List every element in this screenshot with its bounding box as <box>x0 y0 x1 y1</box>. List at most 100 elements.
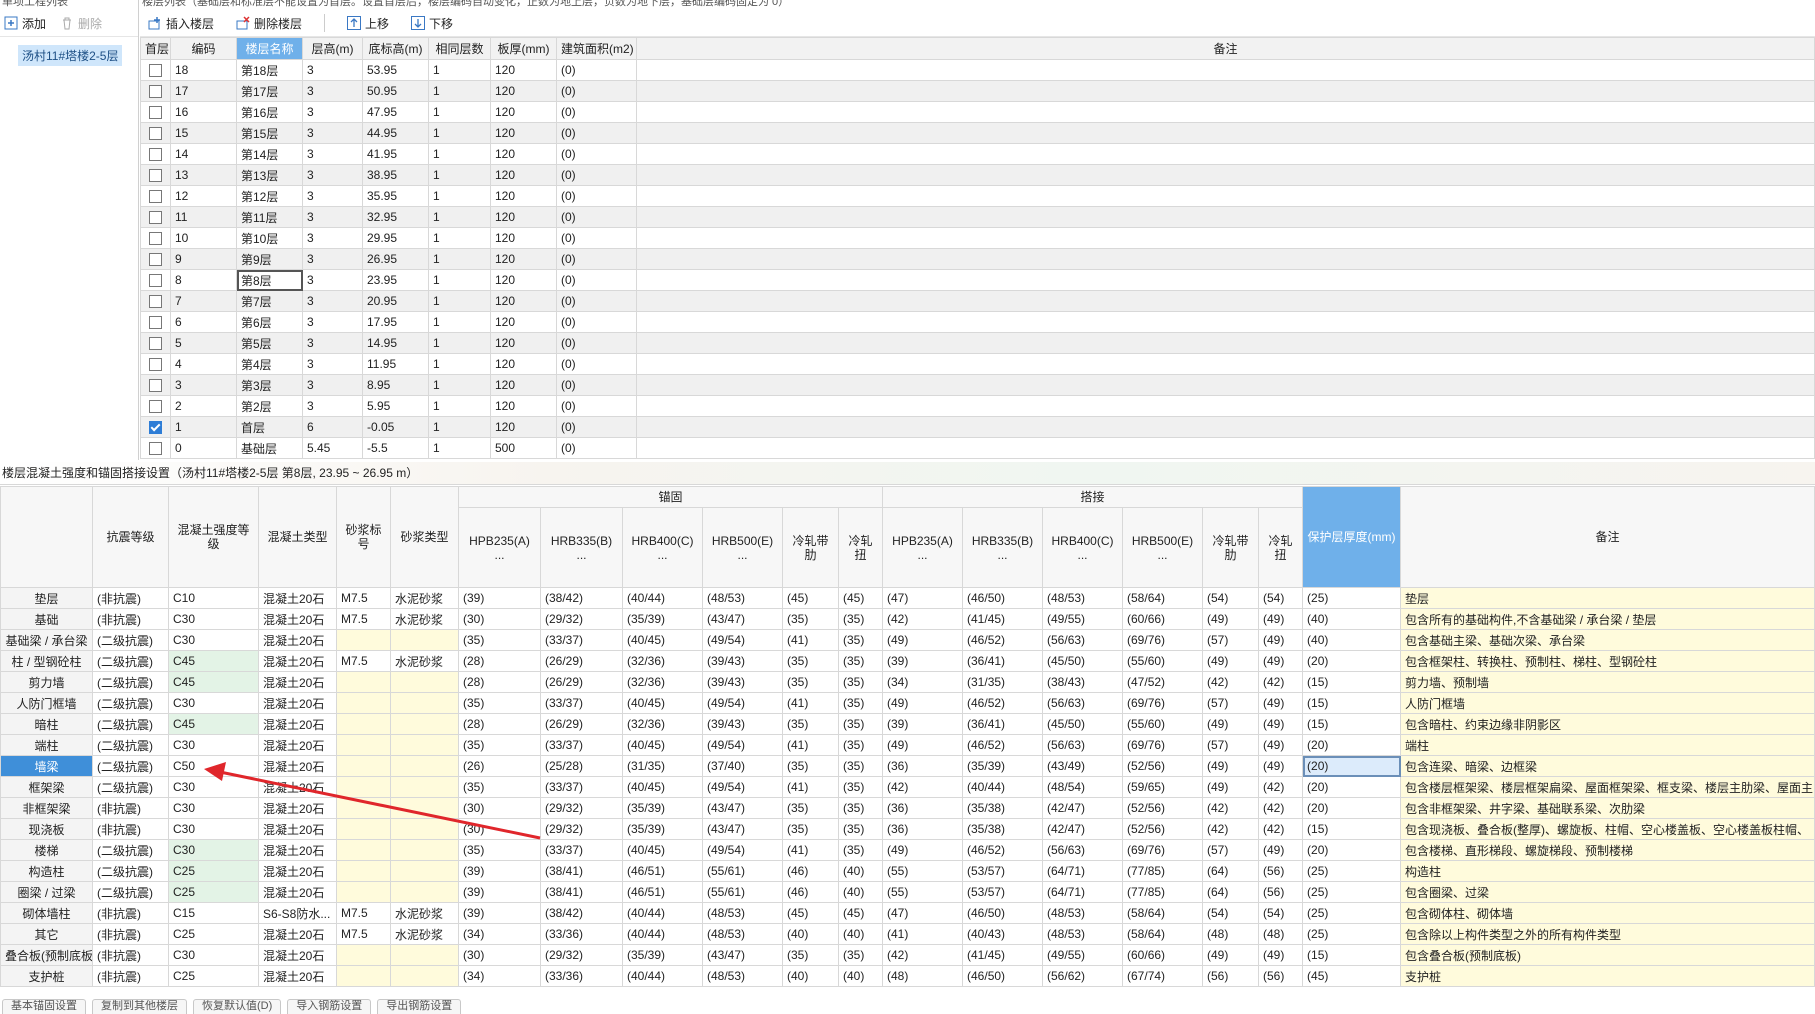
cell-anchor-hrb335[interactable]: (33/37) <box>540 692 623 714</box>
cell-cover[interactable]: (40) <box>1302 629 1402 651</box>
add-button[interactable]: 添加 <box>4 15 46 32</box>
cell-anchor-crt[interactable]: (45) <box>837 587 884 609</box>
cell-anchor-hrb400[interactable]: (40/44) <box>622 923 703 945</box>
cell-anchor-hrb335[interactable]: (29/32) <box>540 608 623 630</box>
col-bottom-elev[interactable]: 底标高(m) <box>362 37 429 60</box>
cell-area[interactable]: (0) <box>556 59 637 81</box>
cell-floor-name[interactable]: 第17层 <box>236 80 303 102</box>
col-lap-crb[interactable]: 冷轧带肋 <box>1202 507 1260 588</box>
col-concrete-grade[interactable]: 混凝土强度等级 <box>168 486 259 588</box>
col-anchor-crb[interactable]: 冷轧带肋 <box>782 507 839 588</box>
cell-anchor-hrb400[interactable]: (40/44) <box>622 902 703 924</box>
first-floor-checkbox[interactable] <box>149 421 162 435</box>
cell-concrete-type[interactable]: 混凝土20石 <box>258 608 337 630</box>
cell-same-count[interactable]: 1 <box>428 101 491 123</box>
cell-code[interactable]: 6 <box>170 311 237 333</box>
cell-lap-hrb335[interactable]: (46/50) <box>962 902 1044 924</box>
cell-mortar-no[interactable] <box>336 713 391 735</box>
cell-anchor-hpb235[interactable]: (30) <box>458 797 541 819</box>
cell-lap-hpb235[interactable]: (47) <box>882 902 964 924</box>
cell-anchor-hpb235[interactable]: (39) <box>458 902 541 924</box>
cell-floor-name[interactable]: 第2层 <box>236 395 303 417</box>
first-floor-checkbox[interactable] <box>149 274 162 288</box>
cell-lap-hrb335[interactable]: (46/50) <box>962 587 1044 609</box>
cell-note[interactable] <box>636 122 1815 144</box>
move-up-button[interactable]: 上移 <box>347 15 389 32</box>
cell-same-count[interactable]: 1 <box>428 290 491 312</box>
cell-note[interactable] <box>636 437 1815 459</box>
cell-lap-hpb235[interactable]: (49) <box>882 629 964 651</box>
cell-lap-hrb400[interactable]: (38/43) <box>1042 671 1124 693</box>
component-type-cell[interactable]: 基础 <box>0 608 93 630</box>
cell-area[interactable]: (0) <box>556 248 637 270</box>
cell-lap-hrb400[interactable]: (45/50) <box>1042 650 1124 672</box>
cell-anchor-crt[interactable]: (35) <box>837 839 884 861</box>
cell-mortar-type[interactable] <box>390 713 459 735</box>
cell-anchor-crb[interactable]: (35) <box>782 650 839 672</box>
cell-anchor-crb[interactable]: (41) <box>782 839 839 861</box>
cell-code[interactable]: 0 <box>170 437 237 459</box>
cell-anchor-crt[interactable]: (35) <box>837 713 884 735</box>
cell-lap-hrb500[interactable]: (55/60) <box>1122 650 1204 672</box>
cell-slab-thickness[interactable]: 120 <box>490 101 557 123</box>
cell-area[interactable]: (0) <box>556 185 637 207</box>
cell-area[interactable]: (0) <box>556 164 637 186</box>
cell-code[interactable]: 8 <box>170 269 237 291</box>
cell-concrete-grade[interactable]: C45 <box>168 671 259 693</box>
cell-anchor-crb[interactable]: (35) <box>782 608 839 630</box>
floor-row[interactable]: 10 第10层 3 29.95 1 120 (0) <box>140 227 1815 249</box>
cell-seismic[interactable]: (二级抗震) <box>92 776 169 798</box>
cell-mortar-type[interactable] <box>390 734 459 756</box>
col-code[interactable]: 编码 <box>170 37 237 60</box>
cell-note[interactable] <box>636 374 1815 396</box>
cell-mortar-type[interactable] <box>390 818 459 840</box>
cell-lap-hrb335[interactable]: (35/39) <box>962 755 1044 777</box>
component-type-cell[interactable]: 剪力墙 <box>0 671 93 693</box>
cell-slab-thickness[interactable]: 120 <box>490 374 557 396</box>
floor-row[interactable]: 9 第9层 3 26.95 1 120 (0) <box>140 248 1815 270</box>
cell-anchor-crb[interactable]: (35) <box>782 713 839 735</box>
cell-anchor-hrb400[interactable]: (35/39) <box>622 797 703 819</box>
cell-slab-thickness[interactable]: 120 <box>490 59 557 81</box>
component-type-cell[interactable]: 非框架梁 <box>0 797 93 819</box>
cell-mortar-type[interactable]: 水泥砂浆 <box>390 608 459 630</box>
cell-area[interactable]: (0) <box>556 311 637 333</box>
first-floor-checkbox[interactable] <box>149 253 162 267</box>
cell-concrete-type[interactable]: 混凝土20石 <box>258 755 337 777</box>
cell-anchor-note[interactable]: 包含框架柱、转换柱、预制柱、梯柱、型钢砼柱 <box>1400 650 1815 672</box>
cell-mortar-type[interactable]: 水泥砂浆 <box>390 650 459 672</box>
cell-note[interactable] <box>636 353 1815 375</box>
cell-concrete-grade[interactable]: C45 <box>168 650 259 672</box>
cell-anchor-crb[interactable]: (35) <box>782 797 839 819</box>
cell-lap-crt[interactable]: (49) <box>1258 839 1304 861</box>
cell-anchor-crt[interactable]: (35) <box>837 776 884 798</box>
col-anchor-hrb335[interactable]: HRB335(B) ... <box>540 507 623 588</box>
cell-concrete-grade[interactable]: C30 <box>168 776 259 798</box>
cell-cover[interactable]: (15) <box>1302 692 1402 714</box>
cell-lap-crb[interactable]: (42) <box>1202 797 1260 819</box>
cell-anchor-crb[interactable]: (40) <box>782 923 839 945</box>
cell-concrete-type[interactable]: 混凝土20石 <box>258 734 337 756</box>
cell-anchor-hpb235[interactable]: (30) <box>458 608 541 630</box>
cell-floor-name[interactable]: 第3层 <box>236 374 303 396</box>
cell-lap-hpb235[interactable]: (55) <box>882 881 964 903</box>
cell-anchor-hrb335[interactable]: (26/29) <box>540 671 623 693</box>
floor-row[interactable]: 1 首层 6 -0.05 1 120 (0) <box>140 416 1815 438</box>
cell-lap-crb[interactable]: (42) <box>1202 818 1260 840</box>
cell-slab-thickness[interactable]: 120 <box>490 80 557 102</box>
cell-anchor-crb[interactable]: (46) <box>782 860 839 882</box>
cell-slab-thickness[interactable]: 120 <box>490 227 557 249</box>
cell-lap-crt[interactable]: (49) <box>1258 713 1304 735</box>
cell-seismic[interactable]: (非抗震) <box>92 923 169 945</box>
cell-mortar-no[interactable]: M7.5 <box>336 923 391 945</box>
cell-concrete-grade[interactable]: C25 <box>168 881 259 903</box>
cell-mortar-type[interactable]: 水泥砂浆 <box>390 902 459 924</box>
cell-bottom-elev[interactable]: 11.95 <box>362 353 429 375</box>
cell-height[interactable]: 5.45 <box>302 437 363 459</box>
cell-anchor-hrb335[interactable]: (26/29) <box>540 713 623 735</box>
cell-anchor-hrb500[interactable]: (55/61) <box>702 860 783 882</box>
cell-concrete-type[interactable]: 混凝土20石 <box>258 944 337 966</box>
cell-mortar-no[interactable] <box>336 671 391 693</box>
cell-lap-hrb400[interactable]: (56/63) <box>1042 629 1124 651</box>
cell-anchor-hrb500[interactable]: (49/54) <box>702 839 783 861</box>
